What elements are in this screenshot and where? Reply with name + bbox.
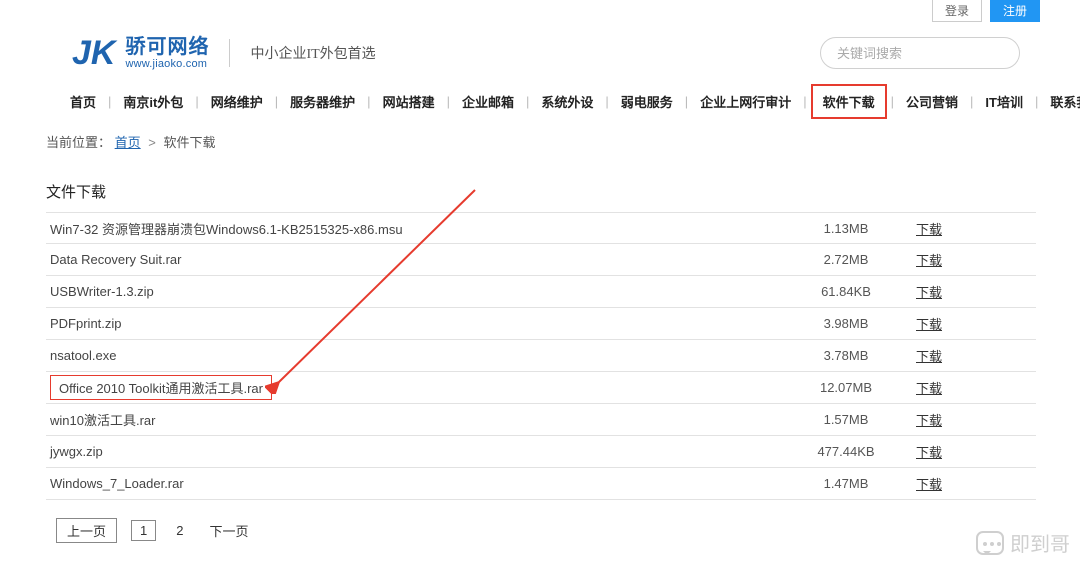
- pager-next[interactable]: 下一页: [203, 519, 254, 542]
- table-row: win10激活工具.rar1.57MB下载: [46, 404, 1036, 436]
- file-name: Office 2010 Toolkit通用激活工具.rar: [46, 375, 776, 400]
- file-table: Win7-32 资源管理器崩溃包Windows6.1-KB2515325-x86…: [46, 212, 1036, 500]
- site-header: JK 骄可网络 www.jiaoko.com 中小企业IT外包首选: [0, 16, 1080, 84]
- file-name: win10激活工具.rar: [46, 410, 776, 429]
- nav-sep: |: [447, 94, 450, 109]
- file-name: Win7-32 资源管理器崩溃包Windows6.1-KB2515325-x86…: [46, 219, 776, 238]
- table-row: Windows_7_Loader.rar1.47MB下载: [46, 468, 1036, 500]
- nav-sep: |: [803, 94, 806, 109]
- highlighted-file: Office 2010 Toolkit通用激活工具.rar: [50, 375, 272, 400]
- nav-item-9[interactable]: 软件下载: [811, 84, 887, 119]
- pager-page-1[interactable]: 1: [131, 520, 156, 541]
- nav-sep: |: [195, 94, 198, 109]
- nav-sep: |: [970, 94, 973, 109]
- download-cell: 下载: [916, 378, 1036, 397]
- download-cell: 下载: [916, 410, 1036, 429]
- file-size: 1.47MB: [776, 476, 916, 491]
- nav-sep: |: [891, 94, 894, 109]
- nav-item-8[interactable]: 企业上网行审计: [692, 84, 799, 119]
- download-link[interactable]: 下载: [916, 477, 942, 492]
- file-name: PDFprint.zip: [46, 316, 776, 331]
- download-link[interactable]: 下载: [916, 381, 942, 396]
- file-name: nsatool.exe: [46, 348, 776, 363]
- pager-prev[interactable]: 上一页: [56, 518, 117, 543]
- file-size: 2.72MB: [776, 252, 916, 267]
- download-cell: 下载: [916, 250, 1036, 269]
- nav-item-0[interactable]: 首页: [62, 84, 104, 119]
- table-row: PDFprint.zip3.98MB下载: [46, 308, 1036, 340]
- top-bar: 登录 注册: [0, 0, 1080, 16]
- header-divider: [229, 39, 230, 67]
- file-size: 1.13MB: [776, 221, 916, 236]
- nav-item-2[interactable]: 网络维护: [203, 84, 271, 119]
- nav-item-7[interactable]: 弱电服务: [613, 84, 681, 119]
- login-button[interactable]: 登录: [932, 0, 982, 22]
- download-link[interactable]: 下载: [916, 285, 942, 300]
- file-name: Data Recovery Suit.rar: [46, 252, 776, 267]
- file-size: 3.98MB: [776, 316, 916, 331]
- table-row: nsatool.exe3.78MB下载: [46, 340, 1036, 372]
- file-size: 477.44KB: [776, 444, 916, 459]
- nav-sep: |: [685, 94, 688, 109]
- tagline: 中小企业IT外包首选: [250, 43, 375, 63]
- main-nav: 首页 | 南京it外包 | 网络维护 | 服务器维护 | 网站搭建 | 企业邮箱 | 系统外设 | 弱电服务…: [0, 84, 1080, 118]
- nav-item-10[interactable]: 公司营销: [898, 84, 966, 119]
- file-name: USBWriter-1.3.zip: [46, 284, 776, 299]
- download-link[interactable]: 下载: [916, 445, 942, 460]
- nav-sep: |: [367, 94, 370, 109]
- download-link[interactable]: 下载: [916, 253, 942, 268]
- file-size: 61.84KB: [776, 284, 916, 299]
- nav-sep: |: [526, 94, 529, 109]
- breadcrumb-home[interactable]: 首页: [115, 135, 141, 150]
- download-cell: 下载: [916, 314, 1036, 333]
- download-link[interactable]: 下载: [916, 222, 942, 237]
- file-size: 12.07MB: [776, 380, 916, 395]
- download-link[interactable]: 下载: [916, 349, 942, 364]
- nav-item-11[interactable]: IT培训: [977, 84, 1031, 119]
- nav-sep: |: [108, 94, 111, 109]
- table-row: Win7-32 资源管理器崩溃包Windows6.1-KB2515325-x86…: [46, 212, 1036, 244]
- table-row: jywgx.zip477.44KB下载: [46, 436, 1036, 468]
- logo-en: www.jiaoko.com: [125, 58, 209, 70]
- search-input[interactable]: [837, 46, 1013, 61]
- table-row: Data Recovery Suit.rar2.72MB下载: [46, 244, 1036, 276]
- nav-sep: |: [1035, 94, 1038, 109]
- download-link[interactable]: 下载: [916, 317, 942, 332]
- file-size: 1.57MB: [776, 412, 916, 427]
- section-title: 文件下载: [0, 159, 1080, 212]
- nav-item-6[interactable]: 系统外设: [533, 84, 601, 119]
- download-cell: 下载: [916, 219, 1036, 238]
- nav-item-5[interactable]: 企业邮箱: [454, 84, 522, 119]
- table-row: Office 2010 Toolkit通用激活工具.rar 12.07MB下载: [46, 372, 1036, 404]
- breadcrumb-label: 当前位置：: [46, 135, 111, 150]
- download-cell: 下载: [916, 282, 1036, 301]
- nav-sep: |: [275, 94, 278, 109]
- nav-item-12[interactable]: 联系我们: [1042, 84, 1080, 119]
- download-cell: 下载: [916, 346, 1036, 365]
- search-box[interactable]: [820, 37, 1020, 69]
- logo-cn: 骄可网络: [125, 36, 209, 58]
- download-link[interactable]: 下载: [916, 413, 942, 428]
- file-name: Windows_7_Loader.rar: [46, 476, 776, 491]
- register-button[interactable]: 注册: [990, 0, 1040, 22]
- breadcrumb: 当前位置： 首页 > 软件下载: [0, 118, 1080, 159]
- nav-item-1[interactable]: 南京it外包: [115, 84, 191, 119]
- logo-abbr: JK: [72, 36, 115, 70]
- nav-sep: |: [605, 94, 608, 109]
- file-size: 3.78MB: [776, 348, 916, 363]
- pager-page-2[interactable]: 2: [170, 521, 189, 540]
- download-cell: 下载: [916, 442, 1036, 461]
- file-name: jywgx.zip: [46, 444, 776, 459]
- pager: 上一页 1 2 下一页: [0, 500, 1080, 563]
- logo-text: 骄可网络 www.jiaoko.com: [125, 36, 209, 70]
- nav-item-3[interactable]: 服务器维护: [282, 84, 363, 119]
- breadcrumb-current: 软件下载: [164, 135, 216, 150]
- table-row: USBWriter-1.3.zip61.84KB下载: [46, 276, 1036, 308]
- breadcrumb-sep: >: [148, 135, 156, 150]
- download-cell: 下载: [916, 474, 1036, 493]
- nav-item-4[interactable]: 网站搭建: [375, 84, 443, 119]
